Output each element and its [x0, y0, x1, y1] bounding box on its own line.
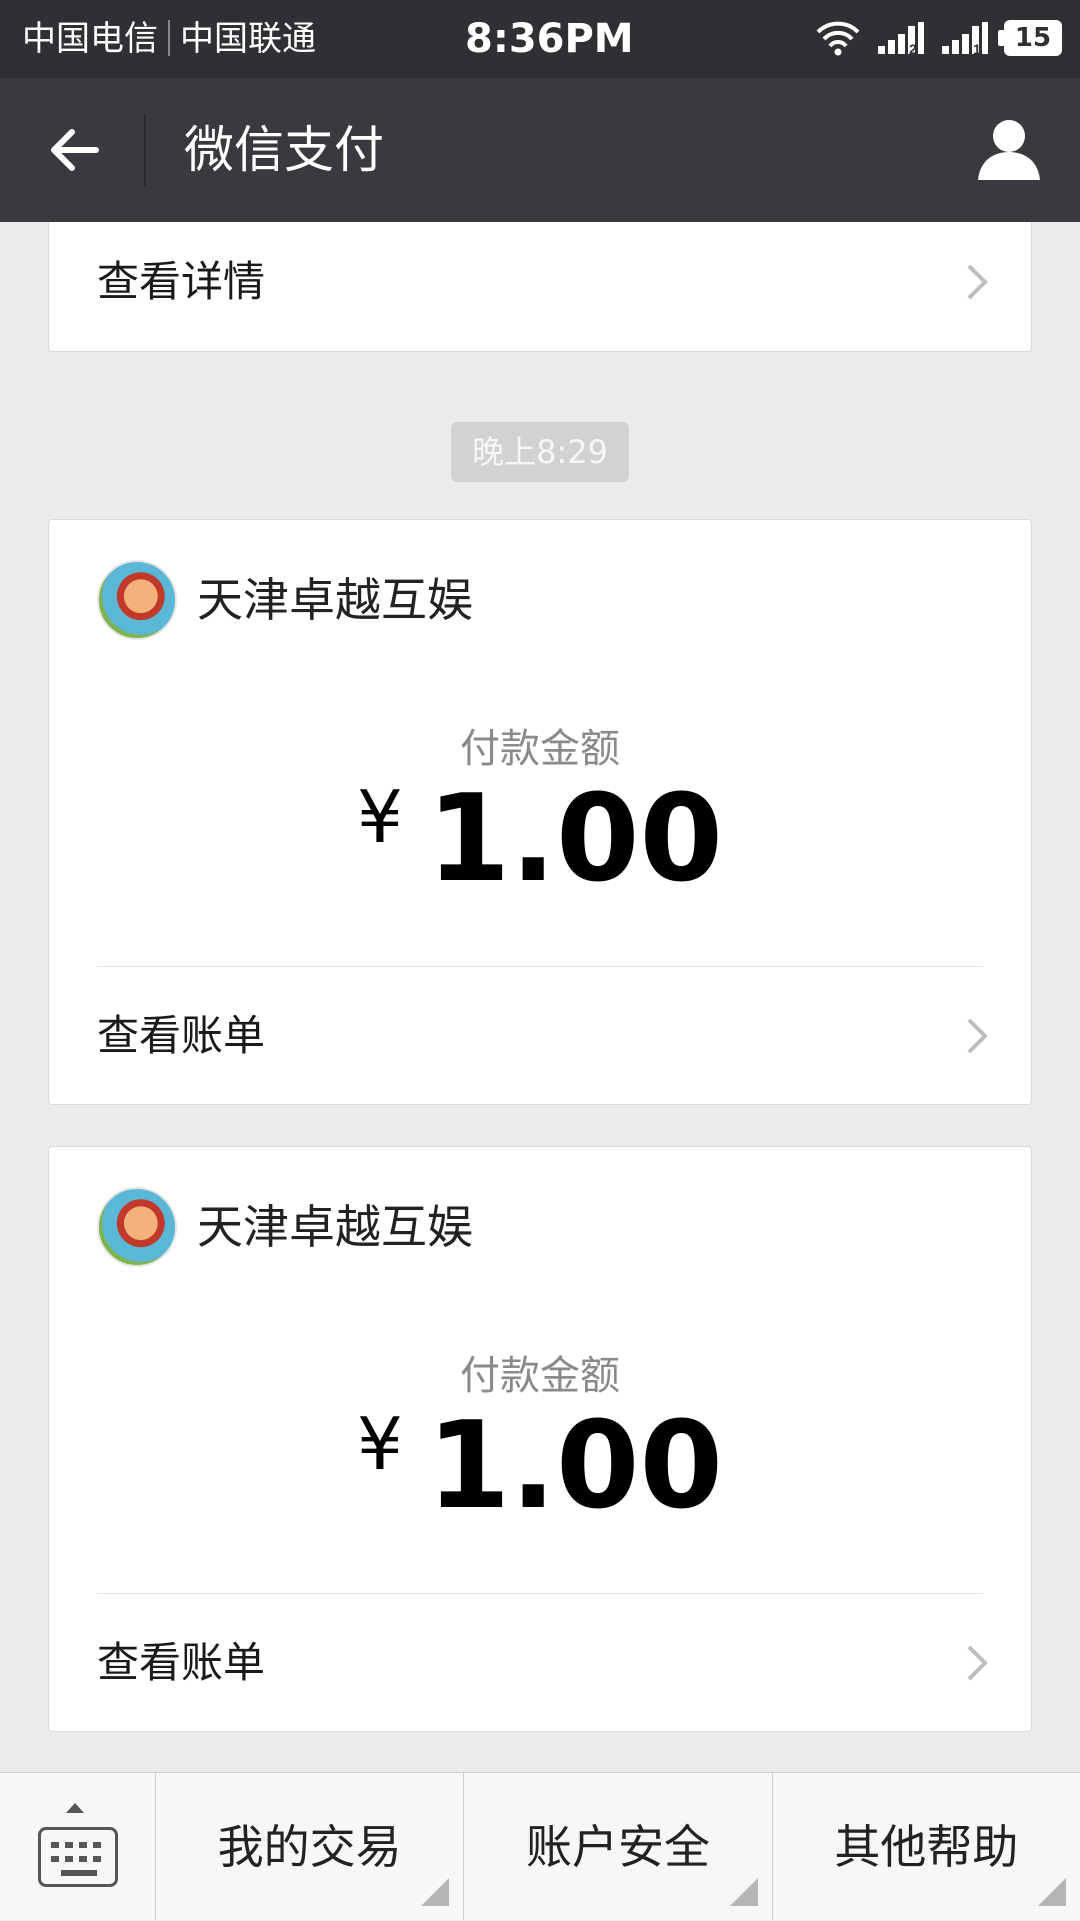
view-details-link[interactable]: 查看详情	[49, 222, 1031, 351]
keyboard-toggle-button[interactable]	[0, 1773, 156, 1920]
carrier-info: 中国电信 中国联通	[22, 18, 316, 60]
status-time: 8:36PM	[465, 16, 634, 62]
amount-value: 1.00	[426, 1397, 723, 1536]
wifi-icon	[816, 21, 860, 56]
carrier-2: 中国联通	[180, 19, 316, 59]
signal-sim2-icon: 2	[878, 22, 924, 56]
menu-my-transactions[interactable]: 我的交易	[156, 1773, 465, 1920]
chevron-right-icon	[967, 1018, 988, 1054]
signal-sim1-icon: 1	[942, 22, 988, 56]
merchant-avatar	[97, 1187, 177, 1267]
battery-icon: 15	[998, 20, 1062, 56]
profile-icon[interactable]	[976, 116, 1042, 182]
payment-amount: ¥1.00	[49, 770, 1031, 909]
page-title: 微信支付	[184, 121, 384, 179]
currency-symbol: ¥	[357, 775, 403, 859]
currency-symbol: ¥	[357, 1402, 403, 1486]
chevron-right-icon	[967, 264, 988, 300]
menu-label: 其他帮助	[834, 1820, 1019, 1874]
payment-amount: ¥1.00	[49, 1397, 1031, 1536]
status-icons: 2 1 15	[814, 18, 1062, 58]
message-list: 查看详情 晚上8:29 天津卓越互娱 付款金额 ¥1.00 查看账单 天津卓越互…	[0, 222, 1080, 1772]
payment-card: 天津卓越互娱 付款金额 ¥1.00 查看账单	[48, 519, 1032, 1105]
submenu-indicator-icon	[729, 1878, 758, 1906]
nav-bar: 微信支付	[0, 78, 1080, 222]
payment-card: 天津卓越互娱 付款金额 ¥1.00 查看账单	[48, 1146, 1032, 1732]
sim-1-label: 1	[973, 41, 981, 56]
amount-value: 1.00	[426, 770, 723, 909]
submenu-indicator-icon	[421, 1878, 450, 1906]
status-bar: 中国电信 中国联通 8:36PM 2 1 15	[0, 0, 1080, 78]
back-arrow-icon[interactable]	[44, 120, 104, 180]
view-bill-link[interactable]: 查看账单	[49, 967, 1031, 1105]
keyboard-icon	[38, 1827, 118, 1887]
view-bill-label: 查看账单	[97, 1011, 266, 1060]
menu-account-security[interactable]: 账户安全	[464, 1773, 773, 1920]
sim-2-label: 2	[909, 41, 917, 56]
merchant-avatar	[97, 560, 177, 640]
menu-other-help[interactable]: 其他帮助	[773, 1773, 1080, 1920]
view-details-label: 查看详情	[97, 257, 266, 306]
amount-label: 付款金额	[460, 1353, 620, 1399]
expand-caret-icon	[66, 1803, 84, 1813]
timestamp-chip: 晚上8:29	[451, 422, 629, 482]
carrier-1: 中国电信	[22, 19, 158, 59]
chevron-right-icon	[967, 1645, 988, 1681]
submenu-indicator-icon	[1037, 1878, 1066, 1906]
amount-label: 付款金额	[460, 726, 620, 772]
menu-label: 账户安全	[525, 1820, 710, 1874]
bottom-menu-bar: 我的交易 账户安全 其他帮助	[0, 1772, 1080, 1920]
merchant-name: 天津卓越互娱	[197, 1200, 473, 1254]
view-bill-label: 查看账单	[97, 1638, 266, 1687]
nav-divider	[144, 114, 146, 186]
menu-label: 我的交易	[217, 1820, 402, 1874]
previous-card: 查看详情	[48, 222, 1032, 352]
merchant-name: 天津卓越互娱	[197, 573, 473, 627]
view-bill-link[interactable]: 查看账单	[49, 1594, 1031, 1732]
carrier-separator	[168, 20, 170, 56]
